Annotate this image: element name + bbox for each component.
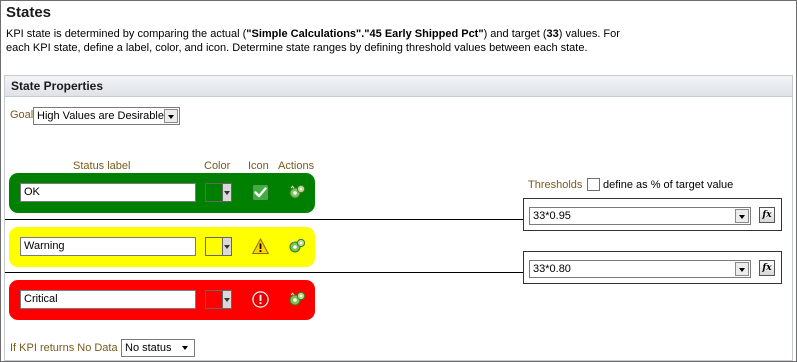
chevron-down-icon[interactable] xyxy=(223,290,232,309)
goal-select-value: High Values are Desirable xyxy=(37,110,164,122)
threshold-box-1: 33*0.95 fx xyxy=(523,198,782,231)
column-status-label: Status label xyxy=(73,160,131,172)
chevron-down-icon[interactable] xyxy=(223,183,232,202)
color-swatch-critical xyxy=(205,290,223,309)
goal-select[interactable]: High Values are Desirable xyxy=(33,107,180,125)
state-label-input-warning[interactable]: Warning xyxy=(20,237,196,256)
chevron-down-icon[interactable] xyxy=(164,109,178,123)
chevron-down-icon[interactable] xyxy=(179,341,193,355)
states-editor: States KPI state is determined by compar… xyxy=(0,0,797,362)
gear-action-icon[interactable] xyxy=(288,183,306,201)
color-swatch-ok xyxy=(205,183,223,202)
description-text-1: KPI state is determined by comparing the… xyxy=(6,28,247,40)
threshold-input-2[interactable]: 33*0.80 xyxy=(529,260,751,278)
actual-reference: "Simple Calculations"."45 Early Shipped … xyxy=(246,28,484,40)
page-title: States xyxy=(6,4,52,21)
no-data-select-value: No status xyxy=(125,342,172,354)
column-color: Color xyxy=(204,160,231,172)
threshold-value-2: 33*0.80 xyxy=(533,263,571,275)
threshold-divider-2 xyxy=(5,272,523,273)
formula-fx-icon[interactable]: fx xyxy=(759,260,775,276)
state-label-input-ok[interactable]: OK xyxy=(20,183,196,202)
color-picker-warning[interactable] xyxy=(205,237,232,256)
chevron-down-icon[interactable] xyxy=(735,262,749,276)
color-swatch-warning xyxy=(205,237,223,256)
thresholds-label: Thresholds xyxy=(528,179,583,191)
threshold-value-1: 33*0.95 xyxy=(533,210,571,222)
formula-fx-icon[interactable]: fx xyxy=(759,207,775,223)
threshold-box-2: 33*0.80 fx xyxy=(523,251,782,284)
warning-icon[interactable] xyxy=(252,238,269,255)
gear-action-icon[interactable] xyxy=(288,290,306,308)
column-actions: Actions xyxy=(278,160,315,172)
no-data-label: If KPI returns No Data xyxy=(10,342,118,354)
description-text-2: ) and target ( xyxy=(483,28,547,40)
chevron-down-icon[interactable] xyxy=(223,237,232,256)
gear-action-icon[interactable] xyxy=(288,237,306,255)
pct-of-target-label: define as % of target value xyxy=(603,179,734,191)
column-icon: Icon xyxy=(248,160,269,172)
threshold-input-1[interactable]: 33*0.95 xyxy=(529,207,751,225)
pct-of-target-checkbox[interactable] xyxy=(587,178,600,191)
error-icon[interactable] xyxy=(252,291,269,308)
description: KPI state is determined by comparing the… xyxy=(6,27,646,55)
color-picker-critical[interactable] xyxy=(205,290,232,309)
chevron-down-icon[interactable] xyxy=(735,209,749,223)
no-data-select[interactable]: No status xyxy=(121,339,195,357)
state-row-ok: OK xyxy=(9,173,315,213)
state-label-input-critical[interactable]: Critical xyxy=(20,290,196,309)
threshold-divider-1 xyxy=(5,219,523,220)
state-properties-panel: State Properties Goal High Values are De… xyxy=(4,75,793,361)
panel-title: State Properties xyxy=(5,76,792,97)
goal-label: Goal xyxy=(10,109,34,121)
checkmark-icon[interactable] xyxy=(252,184,269,201)
state-row-warning: Warning xyxy=(9,227,315,267)
color-picker-ok[interactable] xyxy=(205,183,232,202)
state-row-critical: Critical xyxy=(9,280,315,320)
target-value: 33 xyxy=(546,28,559,40)
